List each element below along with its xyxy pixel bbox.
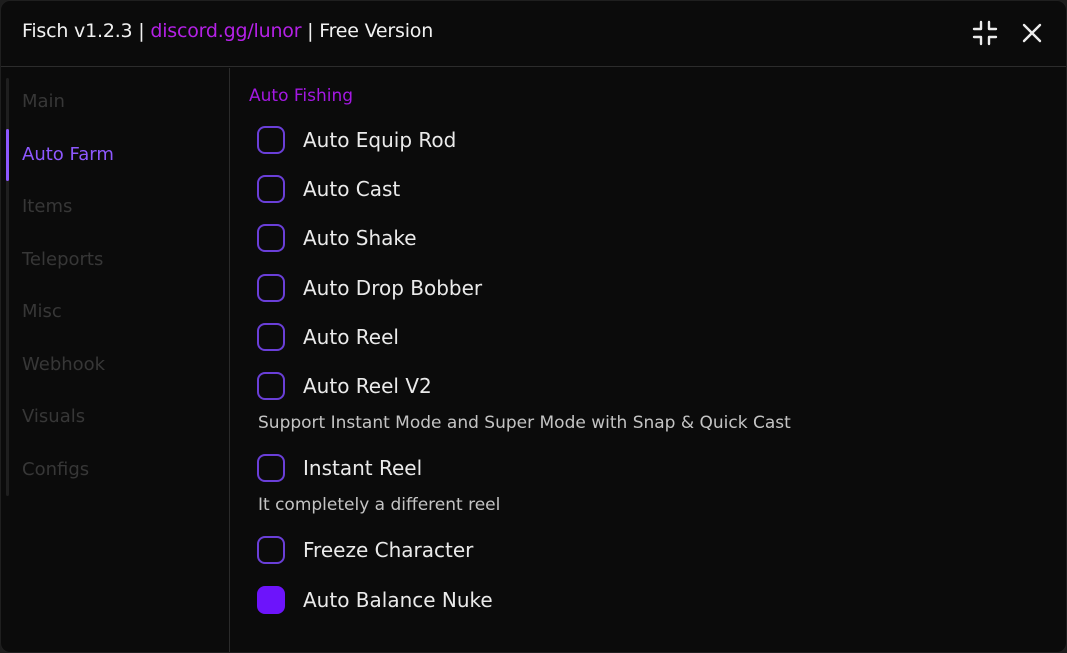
minimize-button[interactable]: [970, 18, 1000, 48]
toggle-freeze-character[interactable]: Freeze Character: [257, 536, 957, 568]
title-bar[interactable]: Fisch v1.2.3 | discord.gg/lunor | Free V…: [1, 1, 1066, 67]
checkbox[interactable]: [257, 372, 285, 400]
toggle-description: It completely a different reel: [258, 495, 501, 515]
toggle-label: Auto Balance Nuke: [303, 588, 493, 612]
checkbox-checked[interactable]: [257, 586, 285, 614]
sidebar: Main Auto Farm Items Teleports Misc Webh…: [1, 68, 230, 652]
sidebar-item-teleports[interactable]: Teleports: [22, 249, 103, 270]
toggle-label: Auto Cast: [303, 177, 401, 201]
toggle-label: Auto Equip Rod: [303, 128, 457, 152]
title-prefix: Fisch v1.2.3 |: [22, 20, 151, 42]
checkbox[interactable]: [257, 126, 285, 154]
toggle-auto-equip-rod[interactable]: Auto Equip Rod: [257, 126, 957, 158]
toggle-label: Auto Reel: [303, 325, 399, 349]
compress-icon: [972, 20, 998, 46]
checkbox[interactable]: [257, 454, 285, 482]
checkbox[interactable]: [257, 274, 285, 302]
toggle-auto-reel[interactable]: Auto Reel: [257, 323, 957, 355]
toggle-auto-drop-bobber[interactable]: Auto Drop Bobber: [257, 274, 957, 306]
main-content: Auto Fishing Auto Equip Rod Auto Cast Au…: [231, 68, 1066, 652]
toggle-instant-reel[interactable]: Instant Reel: [257, 454, 957, 486]
toggle-auto-balance-nuke[interactable]: Auto Balance Nuke: [257, 586, 957, 618]
toggle-label: Auto Drop Bobber: [303, 276, 483, 300]
sidebar-item-items[interactable]: Items: [22, 196, 72, 217]
toggle-auto-shake[interactable]: Auto Shake: [257, 224, 957, 256]
toggle-label: Auto Shake: [303, 226, 417, 250]
toggle-label: Freeze Character: [303, 538, 474, 562]
sidebar-item-auto-farm[interactable]: Auto Farm: [22, 144, 114, 165]
active-tab-indicator: [6, 129, 9, 181]
section-title: Auto Fishing: [249, 86, 354, 106]
checkbox[interactable]: [257, 536, 285, 564]
toggle-label: Auto Reel V2: [303, 374, 432, 398]
close-icon: [1022, 23, 1042, 43]
sidebar-item-configs[interactable]: Configs: [22, 459, 89, 480]
toggle-label: Instant Reel: [303, 456, 423, 480]
window-title: Fisch v1.2.3 | discord.gg/lunor | Free V…: [22, 20, 433, 42]
app-window: Fisch v1.2.3 | discord.gg/lunor | Free V…: [0, 0, 1067, 653]
sidebar-item-webhook[interactable]: Webhook: [22, 354, 105, 375]
checkbox[interactable]: [257, 224, 285, 252]
toggle-auto-cast[interactable]: Auto Cast: [257, 175, 957, 207]
toggle-description: Support Instant Mode and Super Mode with…: [258, 413, 791, 433]
close-button[interactable]: [1017, 18, 1047, 48]
toggle-auto-reel-v2[interactable]: Auto Reel V2: [257, 372, 957, 404]
sidebar-item-main[interactable]: Main: [22, 91, 65, 112]
discord-link[interactable]: discord.gg/lunor: [150, 20, 301, 42]
checkbox[interactable]: [257, 323, 285, 351]
title-suffix: | Free Version: [301, 20, 434, 42]
sidebar-item-visuals[interactable]: Visuals: [22, 406, 85, 427]
sidebar-item-misc[interactable]: Misc: [22, 301, 62, 322]
checkbox[interactable]: [257, 175, 285, 203]
